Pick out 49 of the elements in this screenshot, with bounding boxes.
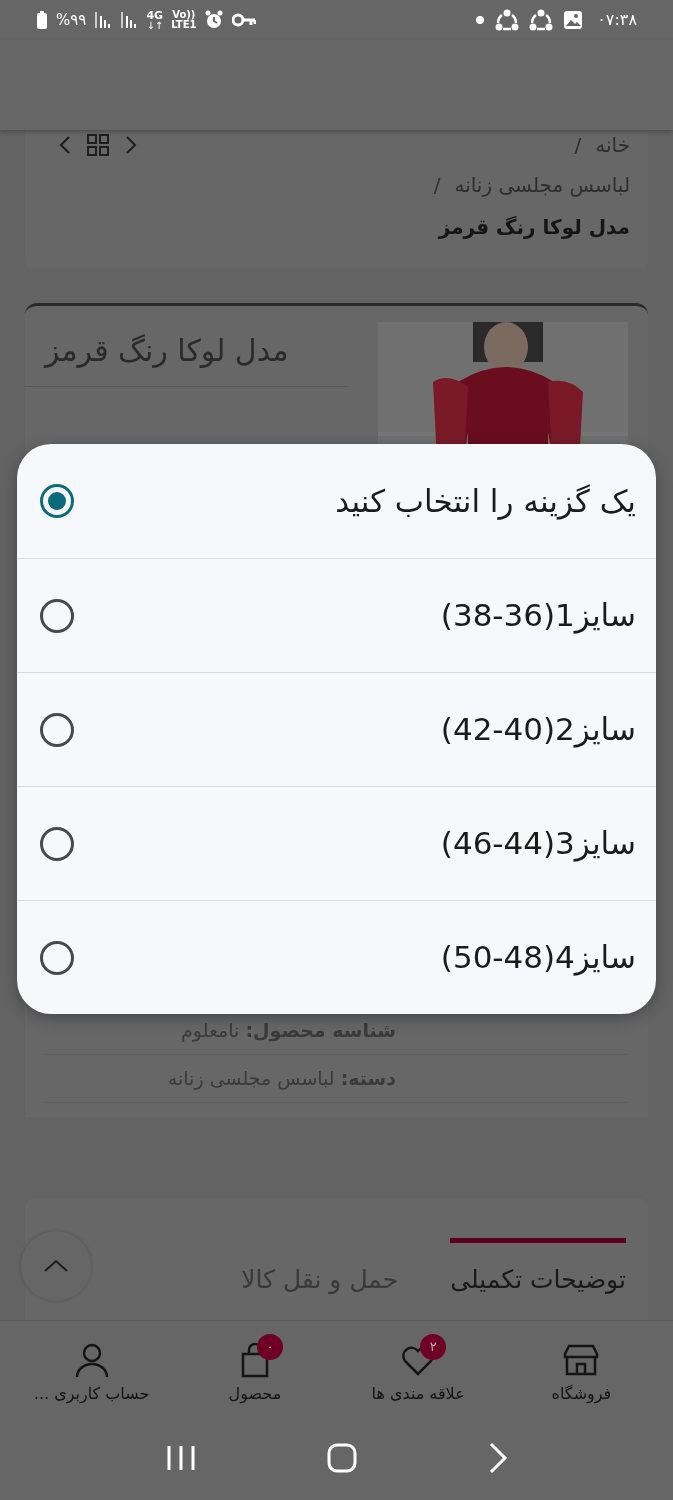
radio-button[interactable] xyxy=(39,939,75,976)
back-icon[interactable] xyxy=(487,1442,508,1474)
battery-text: %۹۹ xyxy=(56,9,87,31)
breadcrumb-separator: / xyxy=(574,132,582,159)
option-label: سایز1(36-38) xyxy=(440,596,636,636)
data-arrows: ↓↑ xyxy=(146,20,164,31)
volte-text: Vo)) xyxy=(172,10,196,20)
share-icon xyxy=(529,9,554,31)
alarm-icon xyxy=(204,10,225,30)
network-text: 4G xyxy=(146,9,164,21)
breadcrumb-current: مدل لوکا رنگ قرمز xyxy=(437,214,630,238)
option-label: سایز4(48-50) xyxy=(440,938,636,978)
nav-label: محصول xyxy=(228,1382,282,1406)
time-text: ۰۷:۳۸ xyxy=(597,9,637,31)
chevron-up-icon xyxy=(43,1258,69,1274)
share-icon xyxy=(495,9,520,31)
option-row[interactable]: یک گزینه را انتخاب کنید xyxy=(17,444,656,558)
radio-button[interactable] xyxy=(39,711,75,748)
product-title: مدل لوکا رنگ قرمز xyxy=(42,332,290,370)
radio-button[interactable] xyxy=(39,825,75,862)
nav-item[interactable]: ۲ علاقه مندی ها xyxy=(343,1331,494,1406)
nav-item[interactable]: فروشگاه xyxy=(506,1331,657,1406)
breadcrumb-separator: / xyxy=(433,172,441,199)
option-label: یک گزینه را انتخاب کنید xyxy=(335,481,636,522)
lte-text: LTE1 xyxy=(171,20,197,30)
nav-label: حساب کاربری ... xyxy=(33,1382,150,1406)
option-row[interactable]: سایز3(44-46) xyxy=(17,786,656,900)
option-label: سایز2(40-42) xyxy=(440,710,636,750)
radio-button[interactable] xyxy=(39,483,75,519)
grid-icon[interactable] xyxy=(87,134,109,156)
recent-apps-icon[interactable] xyxy=(165,1444,196,1472)
option-row[interactable]: سایز1(36-38) xyxy=(17,558,656,672)
signal-icon xyxy=(94,12,113,28)
option-label: سایز3(44-46) xyxy=(440,824,636,864)
home-icon[interactable] xyxy=(326,1443,357,1473)
nav-label: فروشگاه xyxy=(551,1382,612,1406)
notification-dot-icon xyxy=(475,15,486,25)
count-badge: ۰ xyxy=(256,1333,283,1360)
option-row[interactable]: سایز2(40-42) xyxy=(17,672,656,786)
user-icon xyxy=(73,1341,110,1378)
image-icon xyxy=(563,10,584,30)
nav-item[interactable]: ۰ محصول xyxy=(179,1331,330,1406)
battery-icon xyxy=(36,10,48,30)
key-icon xyxy=(232,13,257,27)
nav-label: علاقه مندی ها xyxy=(371,1382,465,1405)
signal-icon xyxy=(120,12,139,28)
count-badge: ۲ xyxy=(420,1333,447,1360)
option-row[interactable]: سایز4(48-50) xyxy=(17,900,656,1014)
radio-button[interactable] xyxy=(39,597,75,634)
